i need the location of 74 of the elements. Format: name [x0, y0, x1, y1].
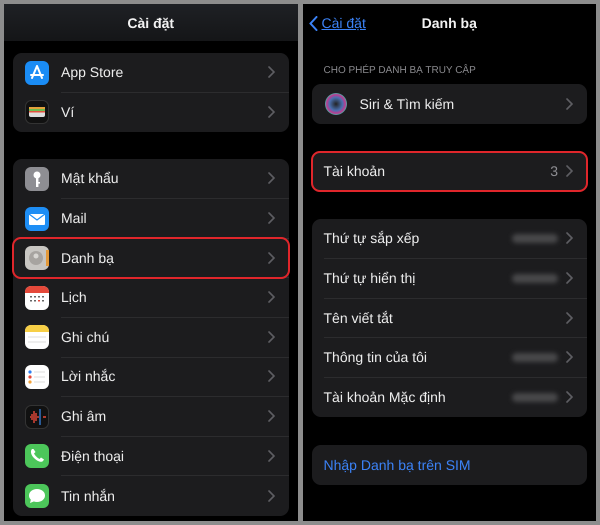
chevron-icon	[566, 312, 573, 324]
row-label: App Store	[61, 64, 124, 80]
row-value: 3	[550, 163, 558, 180]
notepad-icon	[25, 325, 49, 350]
row-label: Thông tin của tôi	[324, 349, 428, 366]
chevron-icon	[566, 232, 573, 244]
chevron-icon	[268, 410, 274, 422]
chevron-icon	[268, 450, 274, 462]
settings-row[interactable]: Lời nhắc	[13, 357, 288, 397]
chevron-icon	[566, 98, 573, 110]
row-label: Tin nhắn	[61, 488, 115, 504]
settings-row[interactable]: Tài khoản Mặc định	[312, 378, 587, 418]
settings-row[interactable]: Mật khẩu	[13, 159, 288, 199]
key-icon	[25, 166, 49, 191]
row-label: Mail	[61, 210, 87, 226]
chevron-icon	[566, 165, 573, 178]
settings-row[interactable]: Tên viết tắt	[312, 298, 587, 338]
settings-row[interactable]: Ghi âm	[13, 396, 288, 436]
settings-row[interactable]: Điện thoại	[13, 436, 288, 476]
envelope-icon	[25, 206, 49, 231]
row-label: Ghi chú	[61, 328, 110, 345]
settings-row[interactable]: Mail	[13, 198, 288, 238]
row-label: Tên viết tắt	[324, 310, 393, 326]
chevron-icon	[566, 391, 573, 404]
chevron-icon	[268, 66, 274, 78]
chevron-icon	[566, 351, 573, 364]
waveform-icon	[25, 404, 49, 429]
row-label: Ví	[61, 104, 74, 120]
wallet-icon	[25, 100, 49, 124]
chevron-icon	[268, 490, 274, 502]
row-label: Lời nhắc	[61, 368, 116, 384]
speech-bubble-icon	[25, 484, 49, 508]
settings-row[interactable]: Siri & Tìm kiếm	[312, 84, 587, 124]
settings-row[interactable]: Thứ tự sắp xếp	[312, 219, 587, 259]
row-label: Mật khẩu	[61, 170, 119, 186]
action-link[interactable]: Nhập Danh bạ trên SIM	[324, 456, 471, 473]
row-label: Tài khoản	[324, 163, 385, 180]
chevron-icon	[268, 252, 274, 264]
calendar-icon	[25, 286, 49, 310]
chevron-icon	[268, 370, 274, 382]
contact-card-icon	[25, 246, 49, 270]
chevron-icon	[268, 330, 274, 343]
row-label: Danh bạ	[61, 250, 114, 266]
back-chevron-icon	[308, 16, 318, 30]
settings-row[interactable]: Tài khoản 3	[312, 152, 587, 192]
chevron-icon	[566, 272, 573, 284]
row-label: Thứ tự hiển thị	[324, 270, 416, 286]
row-label: Lịch	[61, 289, 87, 306]
chevron-icon	[268, 106, 274, 118]
settings-row[interactable]: Tin nhắn	[13, 476, 288, 516]
section-header: CHO PHÉP DANH BẠ TRUY CẬP	[324, 65, 477, 76]
row-label: Tài khoản Mặc định	[324, 389, 446, 406]
phone-icon	[25, 444, 49, 468]
chevron-icon	[268, 291, 274, 304]
settings-row[interactable]: Nhập Danh bạ trên SIM	[312, 445, 587, 485]
row-label: Ghi âm	[61, 408, 106, 424]
settings-row[interactable]: Lịch	[13, 278, 288, 318]
settings-row[interactable]: Thông tin của tôi	[312, 338, 587, 378]
app-store-icon	[25, 60, 49, 85]
settings-row[interactable]: Ví	[13, 92, 288, 132]
screen-title: Danh bạ	[422, 14, 477, 30]
settings-row[interactable]: App Store	[13, 53, 288, 93]
chevron-icon	[268, 212, 274, 224]
row-label: Điện thoại	[61, 448, 124, 464]
settings-row[interactable]: Ghi chú	[13, 318, 288, 358]
checklist-icon	[25, 364, 49, 389]
back-link[interactable]: Cài đặt	[308, 15, 366, 31]
settings-row[interactable]: Danh bạ	[13, 238, 288, 278]
row-label: Thứ tự sắp xếp	[324, 230, 420, 246]
siri-orb-icon	[324, 92, 348, 116]
screen-title: Cài đặt	[127, 14, 174, 30]
row-label: Siri & Tìm kiếm	[360, 96, 454, 112]
chevron-icon	[268, 172, 274, 184]
settings-row[interactable]: Thứ tự hiển thị	[312, 258, 587, 298]
